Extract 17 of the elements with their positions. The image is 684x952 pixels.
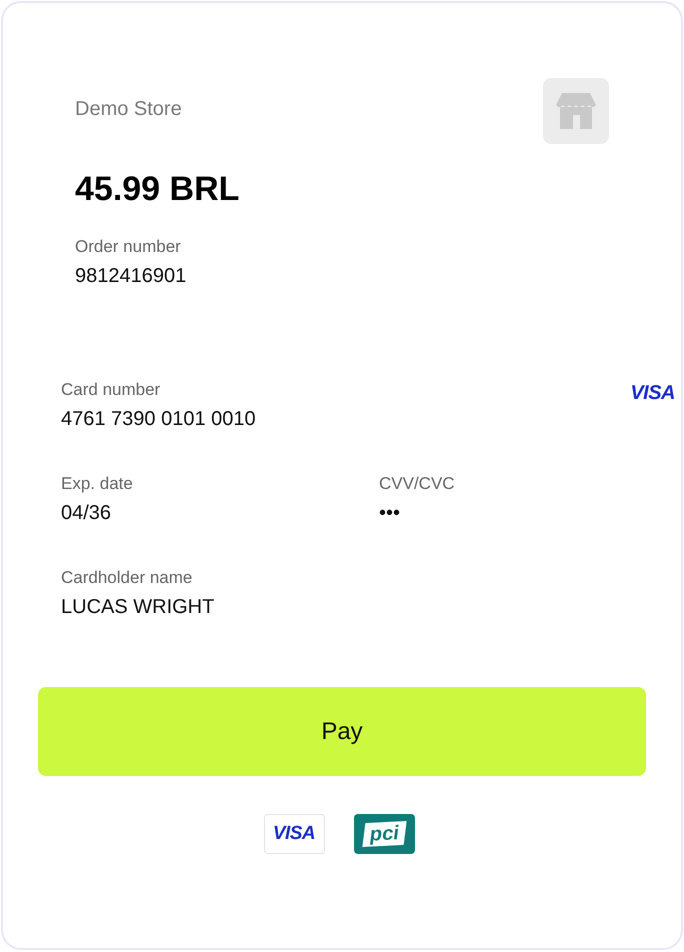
field-label: CVV/CVC bbox=[379, 474, 456, 494]
card-brand-logo: VISA bbox=[630, 382, 675, 405]
visa-badge: VISA bbox=[264, 814, 324, 854]
field-label: Card number bbox=[61, 380, 162, 400]
field-label: Cardholder name bbox=[61, 568, 194, 588]
store-icon bbox=[543, 78, 609, 144]
input-field[interactable]: 4761 7390 0101 0010 bbox=[61, 408, 361, 431]
input-field[interactable]: LUCAS WRIGHT bbox=[61, 596, 361, 619]
store-name: Demo Store bbox=[75, 98, 183, 121]
order-number: 9812416901 bbox=[75, 265, 188, 288]
input-field[interactable]: 04/36 bbox=[61, 502, 361, 525]
pci-badge: pci bbox=[354, 814, 414, 854]
order-label: Order number bbox=[75, 237, 182, 257]
pay-button[interactable]: Pay bbox=[38, 687, 646, 776]
input-field[interactable]: ••• bbox=[379, 502, 679, 525]
amount: 45.99 BRL bbox=[75, 170, 240, 209]
field-label: Exp. date bbox=[61, 474, 134, 494]
